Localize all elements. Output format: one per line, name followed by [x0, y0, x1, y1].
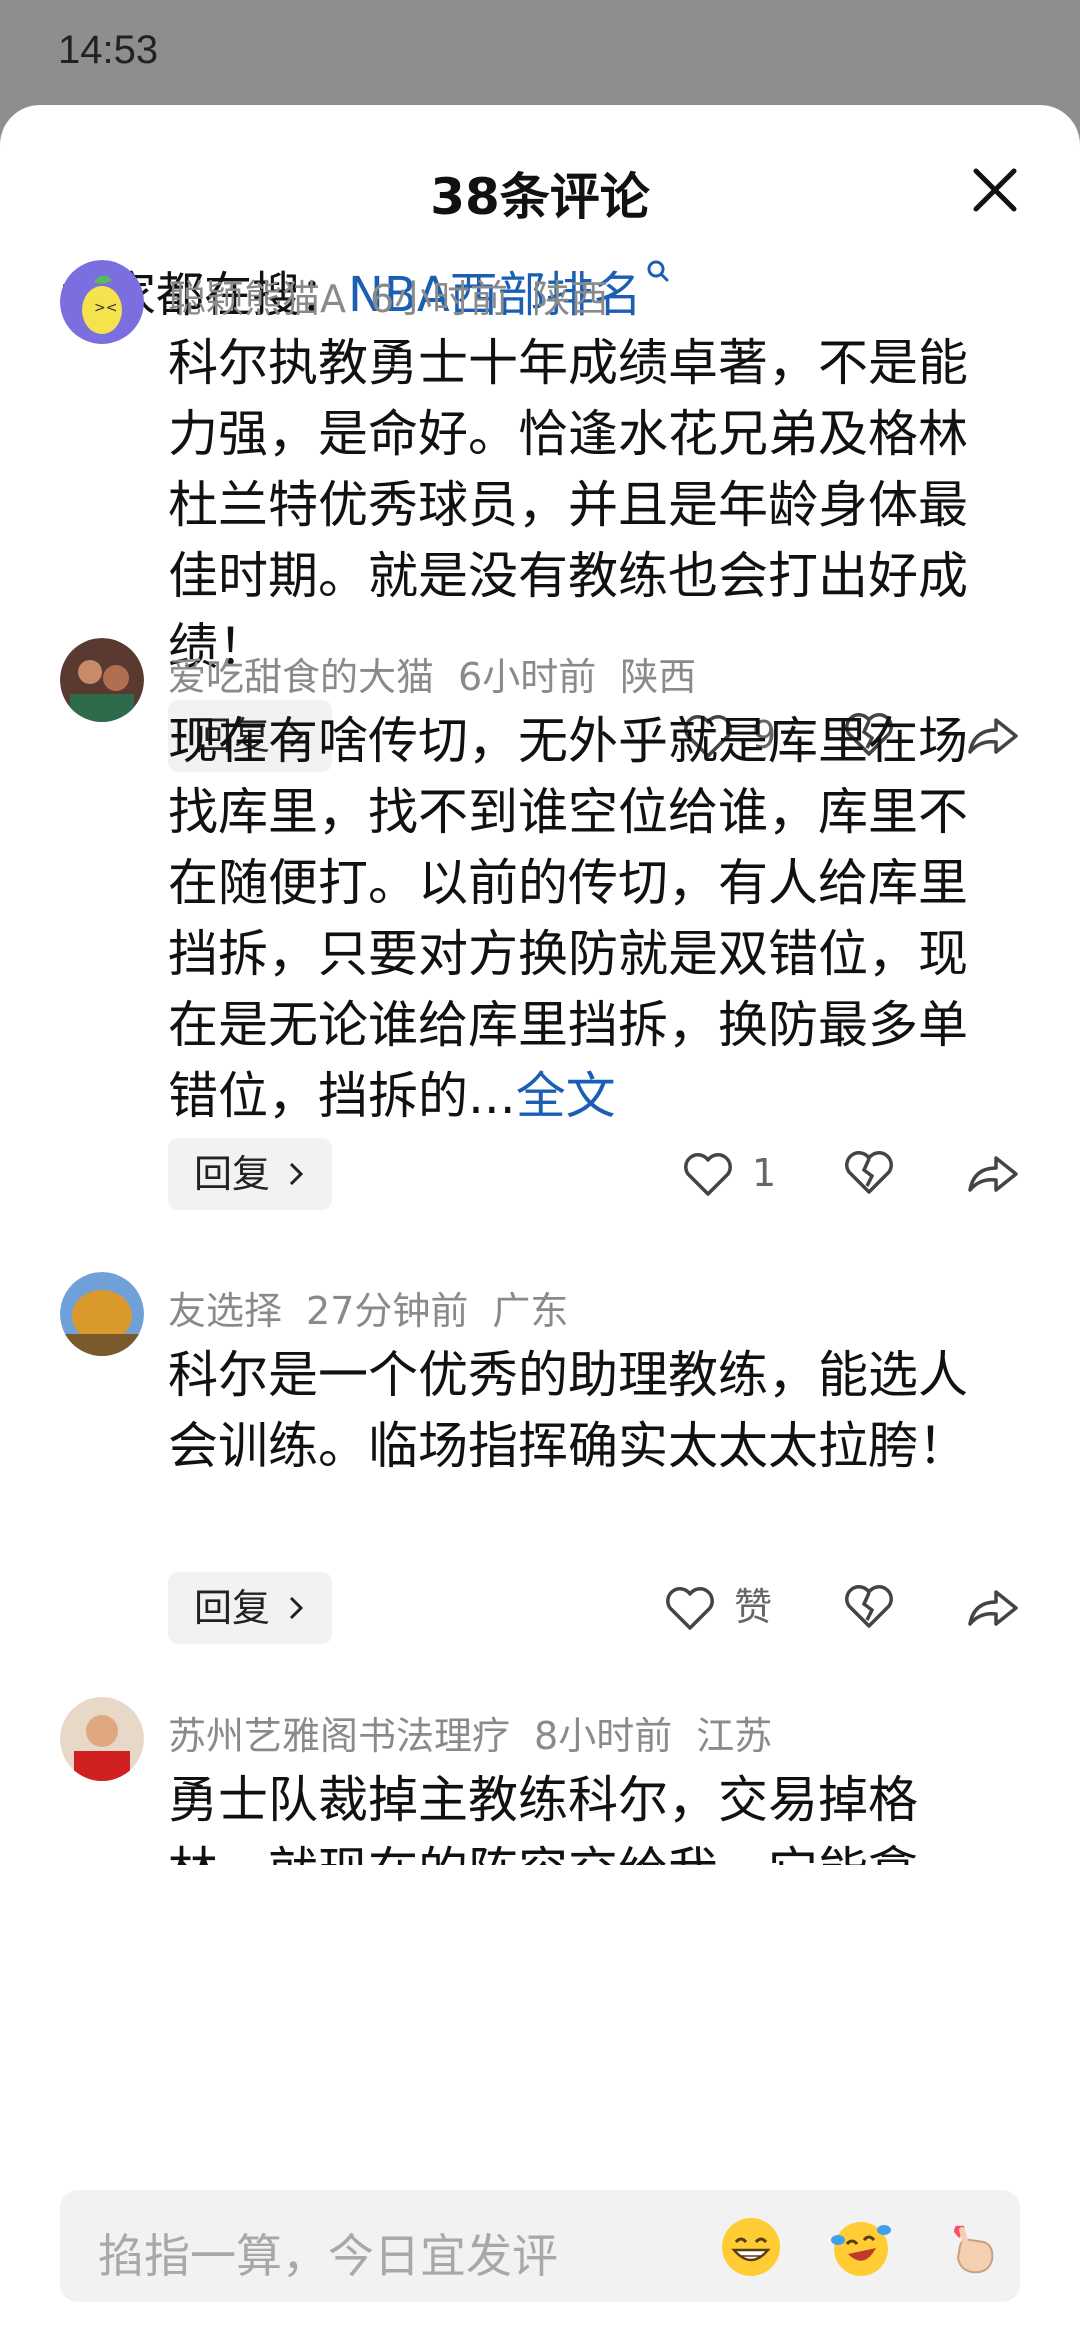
avatar[interactable]: [60, 638, 144, 722]
chevron-right-icon: [289, 1596, 304, 1620]
share-button[interactable]: [966, 1150, 1020, 1200]
reply-label: 回复: [194, 1586, 271, 1630]
reply-button[interactable]: 回复: [168, 1572, 332, 1644]
dislike-button[interactable]: [844, 1150, 894, 1200]
reply-button[interactable]: 回复: [168, 1138, 332, 1210]
broken-heart-icon: [845, 1585, 893, 1628]
chevron-right-icon: [289, 1162, 304, 1186]
laughing-tears-emoji-icon[interactable]: [830, 2216, 892, 2278]
avatar[interactable]: ><: [60, 260, 144, 344]
comments-sheet: 38条评论 大家都在搜：NBA西部排名 >< 聪颖熊猫A 6小时前 陕西 科尔执教勇…: [0, 105, 1080, 2340]
status-time: 14:53: [58, 28, 159, 72]
avatar[interactable]: [60, 1272, 144, 1356]
close-icon: [973, 168, 1017, 212]
comment-meta: 爱吃甜食的大猫 6小时前 陕西: [168, 646, 696, 701]
like-count: 赞: [734, 1585, 773, 1629]
comment-text: 现在有啥传切，无外乎就是库里在场找库里，找不到谁空位给谁，库里不在随便打。以前的…: [168, 712, 968, 1125]
comment-location: 广东: [492, 1289, 569, 1333]
comment-meta: 友选择 27分钟前 广东: [168, 1280, 568, 1335]
dislike-button[interactable]: [844, 1584, 894, 1634]
comment-location: 陕西: [532, 277, 609, 321]
reply-label: 回复: [194, 1152, 271, 1196]
comment-username[interactable]: 友选择: [168, 1289, 282, 1333]
svg-text:><: ><: [94, 300, 117, 316]
status-bar: 14:53: [0, 0, 1080, 105]
comment-meta: 苏州艺雅阁书法理疗 8小时前 江苏: [168, 1705, 772, 1760]
comment-username[interactable]: 苏州艺雅阁书法理疗: [168, 1714, 510, 1758]
comment-time: 27分钟前: [306, 1289, 469, 1333]
comment-location: 陕西: [620, 655, 697, 699]
share-icon: [968, 1156, 1018, 1192]
comment-location: 江苏: [696, 1714, 773, 1758]
share-icon: [968, 1590, 1018, 1626]
expand-link[interactable]: 全文: [516, 1067, 616, 1125]
broken-heart-icon: [845, 1151, 893, 1194]
comment-text: 勇士队裁掉主教练科尔，交易掉格林，就现在的阵容交给我，它能拿: [168, 1771, 918, 1865]
comment-time: 6小时前: [370, 277, 509, 321]
avatar[interactable]: [60, 1697, 144, 1781]
share-button[interactable]: [966, 1584, 1020, 1634]
comment-time: 8小时前: [534, 1714, 673, 1758]
search-icon: [647, 260, 669, 282]
comment-item: 苏州艺雅阁书法理疗 8小时前江苏 勇士队裁掉主教练科尔，交易掉格林，就现在的阵容交…: [0, 1697, 1080, 2149]
comment-text: 科尔是一个优秀的助理教练，能选人会训练。临场指挥确实太太太拉胯！: [168, 1346, 968, 1475]
comment-input[interactable]: 掐指一算，今日宜发评: [60, 2190, 1020, 2302]
sheet-title: 38条评论: [430, 168, 650, 226]
close-button[interactable]: [960, 155, 1030, 225]
comment-username[interactable]: 聪颖熊猫A: [168, 277, 346, 321]
comment-time: 6小时前: [458, 655, 597, 699]
like-count: 1: [752, 1151, 777, 1195]
comment-text: 科尔执教勇士十年成绩卓著，不是能力强，是命好。恰逢水花兄弟及格林杜兰特优秀球员，…: [168, 334, 968, 676]
grin-emoji-icon[interactable]: [720, 2216, 782, 2278]
comment-input-placeholder: 掐指一算，今日宜发评: [98, 2229, 558, 2283]
heart-icon: [666, 1587, 714, 1630]
heart-icon: [684, 1153, 732, 1196]
comment-username[interactable]: 爱吃甜食的大猫: [168, 655, 434, 699]
comment-meta: 聪颖熊猫A 6小时前 陕西: [168, 268, 608, 323]
finger-heart-emoji-icon[interactable]: [940, 2216, 1002, 2278]
